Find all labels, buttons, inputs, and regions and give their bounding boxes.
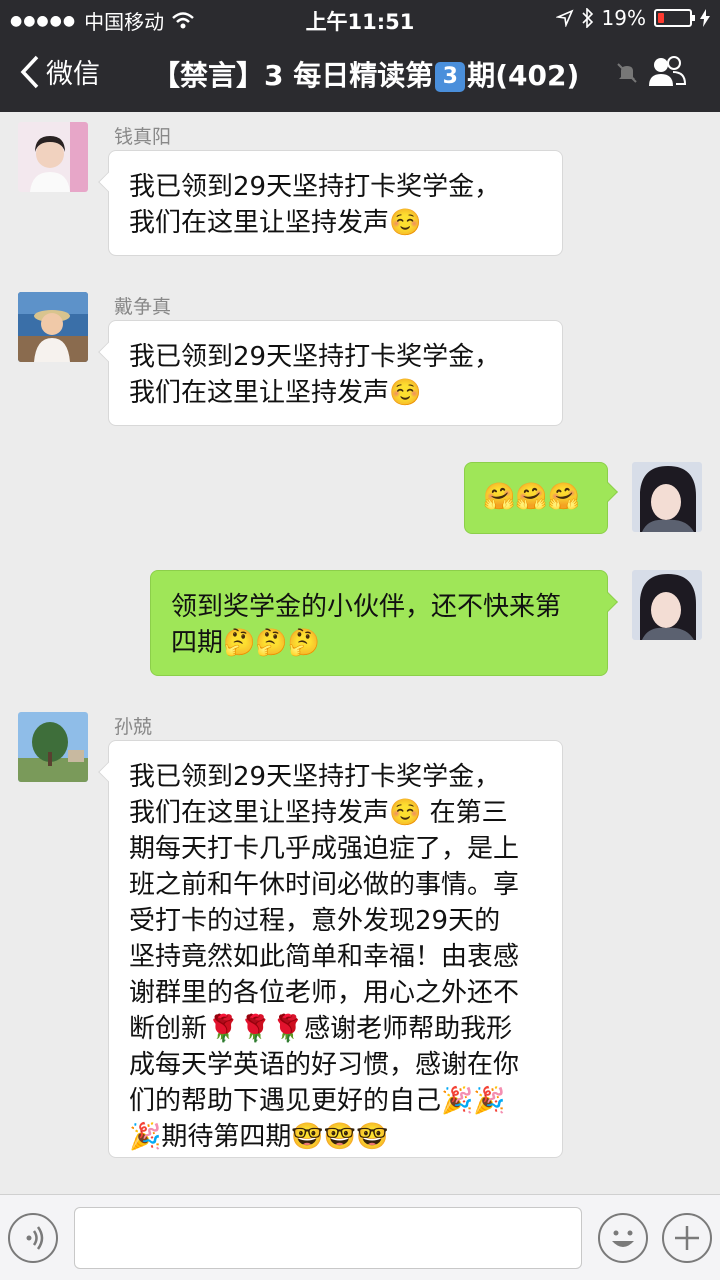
message-bubble[interactable]: 我已领到29天坚持打卡奖学金， 我们在这里让坚持发声☺️ 在第三 期每天打卡几乎…	[98, 740, 563, 1158]
message-line: 坚持竟然如此简单和幸福！由衷感	[129, 942, 520, 972]
message-line: 我们在这里让坚持发声☺️	[129, 208, 422, 238]
my-avatar[interactable]	[632, 570, 702, 640]
message-line: 我已领到29天坚持打卡奖学金，	[129, 172, 501, 202]
message-line: 们的帮助下遇见更好的自己🎉🎉	[129, 1086, 506, 1116]
smiley-icon	[612, 1230, 634, 1247]
avatar[interactable]	[18, 292, 88, 362]
more-options-button[interactable]	[662, 1213, 712, 1263]
message-bubble[interactable]: 我已领到29天坚持打卡奖学金， 我们在这里让坚持发声☺️	[98, 150, 563, 256]
message-line: 断创新🌹🌹🌹感谢老师帮助我形	[129, 1014, 513, 1044]
chevron-left-icon	[20, 55, 39, 88]
sender-name: 戴争真	[114, 296, 172, 318]
status-bar: ●●●●● 中国移动 上午11:51 19%	[0, 0, 720, 36]
location-icon	[555, 9, 574, 27]
sender-name: 钱真阳	[114, 126, 172, 148]
chat-title: 【禁言】3 每日精读第 3 期(402)	[152, 54, 579, 94]
message-line: 班之前和午休时间必做的事情。享	[129, 870, 520, 900]
my-avatar[interactable]	[632, 462, 702, 532]
message-line: 我已领到29天坚持打卡奖学金，	[129, 762, 501, 792]
voice-input-button[interactable]	[8, 1213, 58, 1263]
top-bar: ●●●●● 中国移动 上午11:51 19% 微信 【禁言】3 每日精读第 3 …	[0, 0, 720, 112]
avatar[interactable]	[18, 122, 88, 192]
message-line: 领到奖学金的小伙伴，还不快来第	[171, 592, 562, 622]
message-line: 我们在这里让坚持发声☺️	[129, 378, 422, 408]
message-line: 🤗🤗🤗	[483, 482, 581, 512]
plus-icon	[675, 1226, 699, 1250]
back-label: 微信	[46, 59, 100, 90]
battery-percent: 19%	[601, 6, 646, 30]
message-line: 谢群里的各位老师，用心之外还不	[129, 978, 520, 1008]
message-bubble[interactable]: 我已领到29天坚持打卡奖学金， 我们在这里让坚持发声☺️	[98, 320, 563, 426]
message-line: 四期🤔🤔🤔	[171, 628, 321, 658]
battery-icon	[654, 9, 695, 27]
chat-title-prefix: 【禁言】3 每日精读第	[152, 59, 434, 92]
chat-title-suffix: 期(402)	[467, 59, 580, 92]
message-line: 成每天学英语的好习惯，感谢在你	[129, 1050, 520, 1080]
message-bubble[interactable]: 领到奖学金的小伙伴，还不快来第 四期🤔🤔🤔	[150, 570, 618, 676]
nav-bar: 微信 【禁言】3 每日精读第 3 期(402)	[0, 38, 720, 110]
input-bar	[0, 1194, 720, 1280]
charging-icon	[700, 9, 710, 27]
bluetooth-icon	[581, 8, 593, 28]
message-line: 期每天打卡几乎成强迫症了，是上	[129, 834, 520, 864]
emoji-button[interactable]	[598, 1213, 648, 1263]
issue-number-badge: 3	[435, 62, 466, 92]
message-input[interactable]	[74, 1207, 582, 1269]
group-members-icon[interactable]	[646, 54, 688, 90]
message-bubble[interactable]: 🤗🤗🤗	[464, 462, 618, 534]
back-button[interactable]: 微信	[20, 52, 100, 91]
chat-area[interactable]: 钱真阳 我已领到29天坚持打卡奖学金， 我们在这里让坚持发声☺️ 戴争真 我已领…	[0, 112, 720, 1194]
sender-name: 孙兢	[114, 716, 153, 738]
avatar[interactable]	[18, 712, 88, 782]
message-line: 我们在这里让坚持发声☺️ 在第三	[129, 798, 508, 828]
mute-notifications-icon	[617, 63, 637, 83]
message-line: 我已领到29天坚持打卡奖学金，	[129, 342, 501, 372]
message-line: 受打卡的过程，意外发现29天的	[129, 906, 501, 936]
battery-level	[658, 13, 664, 23]
voice-icon	[26, 1226, 44, 1250]
message-line: 🎉期待第四期🤓🤓🤓	[129, 1122, 389, 1152]
